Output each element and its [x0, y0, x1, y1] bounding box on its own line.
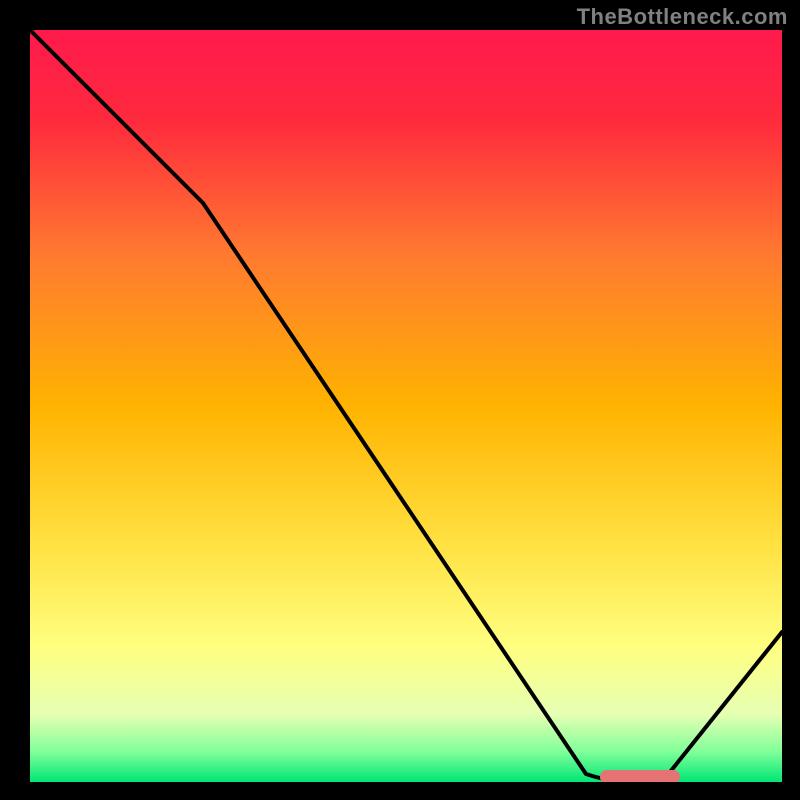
- optimal-marker: [600, 770, 680, 782]
- chart-svg: [30, 30, 782, 782]
- plot-area: [30, 30, 782, 782]
- chart-container: TheBottleneck.com: [0, 0, 800, 800]
- watermark: TheBottleneck.com: [577, 4, 788, 30]
